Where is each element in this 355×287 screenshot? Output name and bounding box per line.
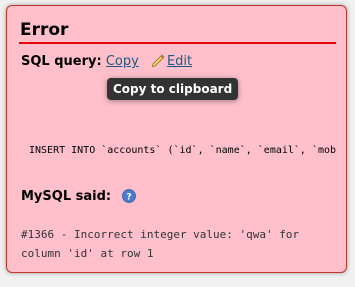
- error-message-line: #1366 - Incorrect integer value: 'qwa' f…: [21, 228, 300, 241]
- error-panel: Error SQL query: Copy Edit Copy to clipb…: [6, 5, 347, 273]
- error-message: #1366 - Incorrect integer value: 'qwa' f…: [21, 225, 341, 263]
- mysql-said-label: MySQL said:: [21, 189, 112, 204]
- copy-link[interactable]: Copy: [106, 54, 139, 69]
- svg-text:?: ?: [126, 193, 131, 203]
- error-title: Error: [20, 20, 69, 40]
- sql-query-text: INSERT INTO `accounts` (`id`, `name`, `e…: [29, 145, 337, 156]
- edit-link[interactable]: Edit: [167, 54, 192, 69]
- pencil-icon[interactable]: [151, 53, 165, 67]
- sql-query-row: SQL query: Copy Edit: [21, 53, 192, 69]
- help-icon[interactable]: ?: [121, 189, 136, 203]
- sql-query-label: SQL query:: [21, 54, 102, 69]
- error-message-line: column 'id' at row 1: [21, 247, 154, 260]
- title-divider: [19, 42, 336, 44]
- mysql-said-row: MySQL said: ?: [21, 189, 136, 204]
- copy-tooltip: Copy to clipboard: [107, 78, 239, 100]
